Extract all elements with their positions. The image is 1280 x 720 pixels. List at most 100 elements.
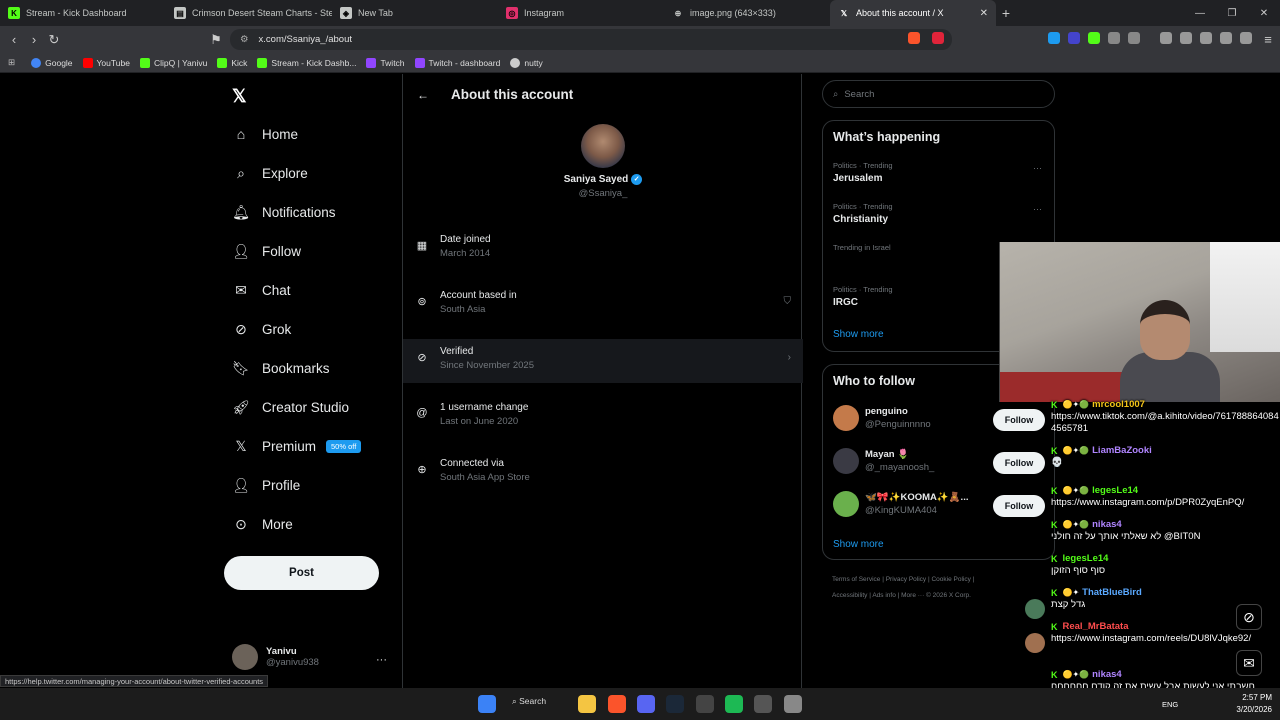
- nav-bookmarks[interactable]: 🔖︎ Bookmarks: [232, 359, 329, 377]
- footer-links[interactable]: Terms of Service | Privacy Policy | Cook…: [832, 576, 974, 583]
- bookmark-youtube[interactable]: YouTube: [82, 57, 130, 68]
- show-more-link[interactable]: Show more: [833, 539, 884, 550]
- tab-instagram[interactable]: ◎ Instagram: [498, 0, 664, 26]
- sidebar-icon[interactable]: [1180, 32, 1192, 44]
- avatar: [833, 491, 859, 517]
- maximize-icon[interactable]: ❐: [1216, 0, 1248, 26]
- tab-new-tab[interactable]: ◈ New Tab: [332, 0, 498, 26]
- trend-item[interactable]: Trending in Israel: [833, 243, 891, 255]
- more-dots-icon[interactable]: ···: [1033, 163, 1042, 173]
- close-window-icon[interactable]: ✕: [1248, 0, 1280, 26]
- x-logo-icon[interactable]: 𝕏: [232, 86, 247, 107]
- more-dots-icon[interactable]: ···: [1033, 204, 1042, 214]
- nav-profile[interactable]: 👤︎ Profile: [232, 476, 300, 494]
- extension-icon[interactable]: [1048, 32, 1060, 44]
- search-icon: ⌕: [833, 88, 839, 100]
- forward-icon[interactable]: ›: [24, 32, 44, 47]
- app-icon[interactable]: [784, 695, 802, 713]
- follow-suggestion[interactable]: Mayan 🌷 @_mayanoosh_: [833, 448, 934, 474]
- tab-image[interactable]: ⊕ image.png (643×333): [664, 0, 830, 26]
- bookmark-kick[interactable]: Kick: [217, 57, 247, 68]
- clock-time: 2:57 PM: [1242, 693, 1272, 702]
- more-dots-icon[interactable]: ···: [376, 654, 387, 666]
- tab-steam-charts[interactable]: ▤ Crimson Desert Steam Charts - Steam: [166, 0, 332, 26]
- steam-icon[interactable]: [666, 695, 684, 713]
- show-more-link[interactable]: Show more: [833, 329, 884, 340]
- more-circle-icon: ⊙: [235, 515, 247, 532]
- main-column: ← About this account Saniya Sayed ✓ @Ssan…: [402, 74, 803, 688]
- messages-icon[interactable]: ✉: [1236, 650, 1262, 676]
- windows-start-icon[interactable]: [478, 695, 496, 713]
- brave-rewards-icon[interactable]: [932, 32, 944, 44]
- post-button[interactable]: Post: [224, 556, 379, 590]
- bookmark-kick-dashboard[interactable]: Stream - Kick Dashb...: [257, 57, 356, 68]
- trend-item[interactable]: Politics · Trending Jerusalem: [833, 161, 893, 184]
- extension-icon[interactable]: [1088, 32, 1100, 44]
- window: [1210, 242, 1280, 352]
- bookmark-twitch[interactable]: Twitch: [366, 57, 405, 68]
- media-icon[interactable]: [1160, 32, 1172, 44]
- vpn-icon[interactable]: [1240, 32, 1252, 44]
- trend-item[interactable]: Politics · Trending Christianity: [833, 202, 893, 225]
- badges: 🟡✦🟢: [1062, 486, 1090, 495]
- extension-icon[interactable]: [1108, 32, 1120, 44]
- nav-more[interactable]: ⊙ More: [232, 515, 293, 533]
- tab-kick-dashboard[interactable]: K Stream - Kick Dashboard: [0, 0, 166, 26]
- grok-icon[interactable]: ⊘: [1236, 604, 1262, 630]
- search-input[interactable]: ⌕ Search: [822, 80, 1055, 108]
- follow-suggestion[interactable]: 🦋🎀✨KOOMA✨🧸... @KingKUMA404: [833, 491, 968, 517]
- footer-links[interactable]: Accessibility | Ads info | More ··· © 20…: [832, 592, 971, 599]
- avatar: [232, 644, 258, 670]
- system-clock[interactable]: 2:57 PM 3/20/2026: [1236, 692, 1272, 716]
- shield-icon[interactable]: ⛉: [784, 296, 792, 307]
- bookmark-google[interactable]: Google: [31, 57, 73, 68]
- nav-home[interactable]: ⌂ Home: [232, 125, 298, 143]
- extension-icon[interactable]: [1128, 32, 1140, 44]
- apps-grid-icon[interactable]: ⊞: [8, 57, 15, 68]
- brave-icon[interactable]: [608, 695, 626, 713]
- language-indicator[interactable]: ENG: [1162, 700, 1178, 709]
- obs-icon[interactable]: [696, 695, 714, 713]
- extension-icon[interactable]: [1068, 32, 1080, 44]
- nav-premium[interactable]: 𝕏 Premium 50% off: [232, 437, 362, 455]
- url-field[interactable]: ⚙ x.com/Ssaniya_/about: [230, 29, 952, 50]
- menu-icon[interactable]: ≡: [1258, 32, 1278, 47]
- close-tab-icon[interactable]: ✕: [980, 8, 988, 19]
- account-switcher[interactable]: Yanivu @yanivu938: [232, 644, 319, 670]
- follow-suggestion[interactable]: penguino @Penguinnnno: [833, 405, 931, 431]
- nav-creator-studio[interactable]: 🚀︎ Creator Studio: [232, 398, 349, 416]
- taskbar-search[interactable]: ⌕ Search: [512, 696, 546, 707]
- file-explorer-icon[interactable]: [578, 695, 596, 713]
- app-icon[interactable]: [754, 695, 772, 713]
- profile-avatar[interactable]: [581, 124, 625, 168]
- nav-follow[interactable]: 👤︎ Follow: [232, 242, 301, 260]
- reload-icon[interactable]: ↻: [44, 32, 64, 48]
- back-arrow-icon[interactable]: ←: [417, 88, 429, 102]
- bookmark-nutty[interactable]: nutty: [510, 57, 543, 68]
- minimize-icon[interactable]: —: [1184, 0, 1216, 26]
- bookmark-icon[interactable]: ⚑: [206, 32, 226, 48]
- avatar: [1025, 633, 1045, 653]
- calendar-icon: ▦: [416, 240, 428, 252]
- back-icon[interactable]: ‹: [4, 32, 24, 47]
- rocket-icon: 🚀︎: [232, 398, 250, 415]
- spotify-icon[interactable]: [725, 695, 743, 713]
- discord-icon[interactable]: [637, 695, 655, 713]
- new-tab-button[interactable]: +: [996, 0, 1016, 26]
- wallet-icon[interactable]: [1200, 32, 1212, 44]
- leo-icon[interactable]: [1220, 32, 1232, 44]
- trend-item[interactable]: Politics · Trending IRGC: [833, 285, 893, 308]
- bookmark-icon: 🔖︎: [232, 359, 250, 376]
- bookmark-clipq[interactable]: ClipQ | Yanivu: [139, 57, 207, 68]
- nav-explore[interactable]: ⌕ Explore: [232, 164, 308, 182]
- nav-chat[interactable]: ✉ Chat: [232, 281, 290, 299]
- brave-shields-icon[interactable]: [908, 32, 920, 44]
- who-to-follow-title: Who to follow: [833, 374, 915, 388]
- info-row-verified[interactable]: ⊘ Verified Since November 2025 ›: [403, 339, 803, 383]
- nav-grok[interactable]: ⊘ Grok: [232, 320, 291, 338]
- bell-icon: 🔔︎: [232, 203, 250, 220]
- bookmark-twitch-dashboard[interactable]: Twitch - dashboard: [414, 57, 500, 68]
- tab-about-account[interactable]: 𝕏 About this account / X ✕: [830, 0, 996, 26]
- nav-notifications[interactable]: 🔔︎ Notifications: [232, 203, 335, 221]
- site-settings-icon[interactable]: ⚙: [240, 34, 249, 45]
